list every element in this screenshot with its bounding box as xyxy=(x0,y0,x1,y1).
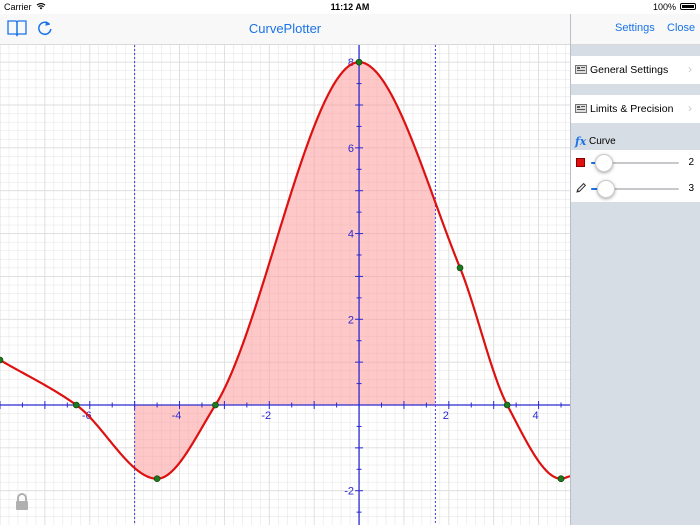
nav-bar: CurvePlotter xyxy=(0,14,570,45)
curve-color-value: 2 xyxy=(688,157,694,168)
chevron-right-icon: › xyxy=(688,62,692,76)
curve-marker xyxy=(557,475,565,483)
curve-marker[interactable] xyxy=(153,475,161,483)
general-settings-label: General Settings xyxy=(590,64,669,76)
settings-panel: Settings Close General Settings › Limits… xyxy=(570,14,700,525)
y-tick-label: 6 xyxy=(348,143,354,155)
chevron-right-icon: › xyxy=(688,101,692,115)
pencil-icon xyxy=(576,182,587,193)
settings-panel-icon xyxy=(575,104,587,113)
curve-marker[interactable] xyxy=(355,58,363,66)
curve-color-swatch[interactable] xyxy=(576,158,585,167)
curve-color-slider[interactable] xyxy=(591,154,679,172)
clock: 11:12 AM xyxy=(330,2,370,12)
y-tick-label: 2 xyxy=(348,314,354,326)
curve-section-label: Curve xyxy=(589,136,616,147)
curve-width-slider-row: 3 xyxy=(571,176,700,202)
y-tick-label: -2 xyxy=(344,486,354,498)
settings-button[interactable]: Settings xyxy=(615,22,655,34)
slider-thumb[interactable] xyxy=(595,154,614,172)
general-settings-row[interactable]: General Settings › xyxy=(571,56,700,84)
curve-section-header: fx Curve xyxy=(571,133,700,151)
curve-width-slider[interactable] xyxy=(591,180,679,198)
function-icon: fx xyxy=(575,135,587,148)
lock-icon[interactable] xyxy=(14,493,30,511)
curve-color-slider-row: 2 xyxy=(571,150,700,176)
curve-marker[interactable] xyxy=(72,401,80,409)
curve-marker[interactable] xyxy=(212,401,219,409)
curve-width-value: 3 xyxy=(688,183,694,194)
close-button[interactable]: Close xyxy=(667,22,695,34)
x-tick-label: 4 xyxy=(533,410,539,422)
x-tick-label: 2 xyxy=(443,410,449,422)
function-graph[interactable]: -6 -4 -2 2 4-22468 xyxy=(0,45,570,525)
curve-marker[interactable] xyxy=(456,264,464,272)
x-tick-label: -2 xyxy=(261,410,271,422)
slider-thumb[interactable] xyxy=(596,180,615,198)
limits-precision-row[interactable]: Limits & Precision › xyxy=(571,95,700,123)
curve-marker[interactable] xyxy=(503,401,511,409)
battery-percent: 100% xyxy=(652,2,676,12)
status-bar: Carrier 11:12 AM 100% xyxy=(0,0,700,14)
page-title: CurvePlotter xyxy=(248,21,322,36)
battery-icon xyxy=(680,3,696,10)
settings-panel-icon xyxy=(575,65,587,74)
panel-header: Settings Close xyxy=(571,14,700,45)
y-tick-label: 4 xyxy=(348,229,354,241)
x-tick-label: -4 xyxy=(172,410,182,422)
limits-precision-label: Limits & Precision xyxy=(590,103,674,115)
